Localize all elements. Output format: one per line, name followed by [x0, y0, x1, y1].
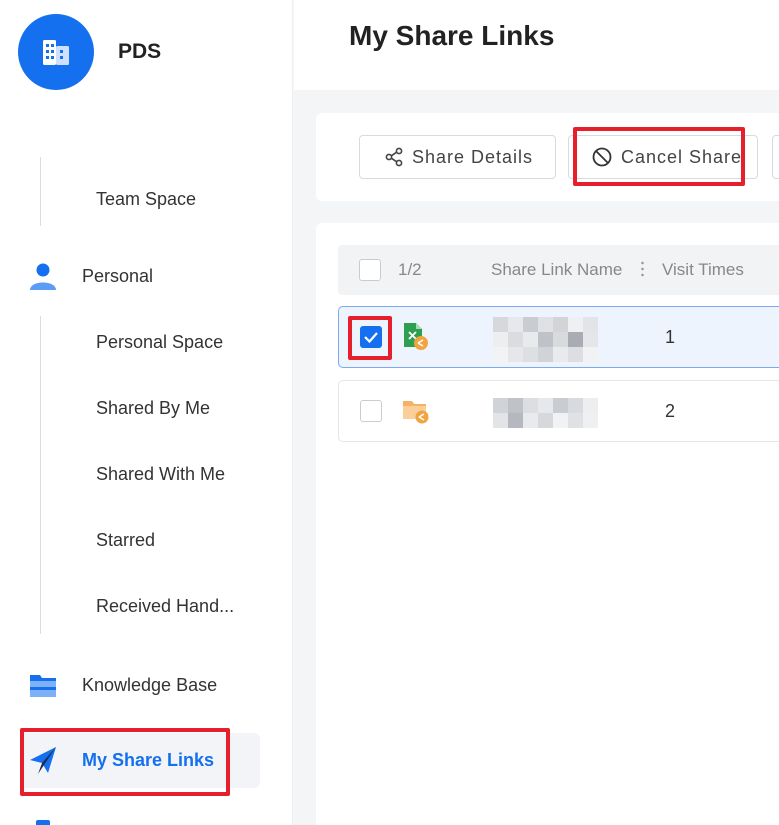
more-actions-button[interactable]: [772, 135, 779, 179]
page-header: My Share Links: [294, 0, 779, 90]
row-checkbox[interactable]: [360, 400, 382, 422]
person-icon: [26, 260, 60, 292]
sidebar-item-received-handover[interactable]: Received Hand...: [96, 596, 234, 617]
sidebar-item-shared-by-me[interactable]: Shared By Me: [96, 398, 210, 419]
share-details-button[interactable]: Share Details: [359, 135, 556, 179]
knowledge-base-icon: [26, 669, 60, 701]
sidebar-item-label: Knowledge Base: [82, 674, 218, 695]
brand-name: PDS: [118, 40, 162, 63]
highlight-frame: [573, 127, 745, 186]
sidebar-group-label: Personal: [82, 265, 154, 286]
table-header: 1/2 Share Link Name Visit Times: [338, 245, 779, 295]
column-header-visits[interactable]: Visit Times: [662, 260, 744, 280]
visit-times: 1: [665, 327, 676, 347]
select-all-checkbox[interactable]: [359, 259, 381, 281]
shared-file-icon: [401, 321, 429, 356]
sidebar-item-team-space[interactable]: Team Space: [96, 189, 196, 210]
app-logo[interactable]: [18, 14, 94, 90]
share-icon: [385, 147, 403, 167]
sidebar-overflow-icon: [36, 820, 50, 825]
share-links-table: 1/2 Share Link Name Visit Times 1 2: [316, 223, 779, 825]
highlight-frame: [348, 316, 392, 360]
sidebar-group-personal[interactable]: Personal: [26, 260, 153, 292]
building-icon: [43, 40, 69, 65]
sidebar-item-knowledge-base[interactable]: Knowledge Base: [26, 669, 217, 701]
highlight-frame: [20, 728, 230, 796]
sidebar-item-starred[interactable]: Starred: [96, 530, 155, 551]
tree-line: [40, 316, 41, 634]
table-row[interactable]: 2: [338, 380, 779, 442]
sidebar-item-shared-with-me[interactable]: Shared With Me: [96, 464, 225, 485]
tree-line: [40, 157, 41, 226]
sidebar: PDS Team Space Personal Personal Space S…: [0, 0, 293, 825]
table-row[interactable]: 1: [338, 306, 779, 368]
redacted-name: [493, 317, 598, 362]
page-title: My Share Links: [349, 20, 555, 51]
column-header-name[interactable]: Share Link Name: [491, 260, 622, 280]
column-resize-handle[interactable]: [641, 260, 644, 279]
selection-count: 1/2: [398, 260, 422, 279]
shared-folder-icon: [401, 397, 431, 430]
redacted-name: [493, 398, 598, 428]
visit-times: 2: [665, 401, 676, 421]
share-details-label: Share Details: [412, 146, 534, 167]
sidebar-item-personal-space[interactable]: Personal Space: [96, 332, 223, 353]
